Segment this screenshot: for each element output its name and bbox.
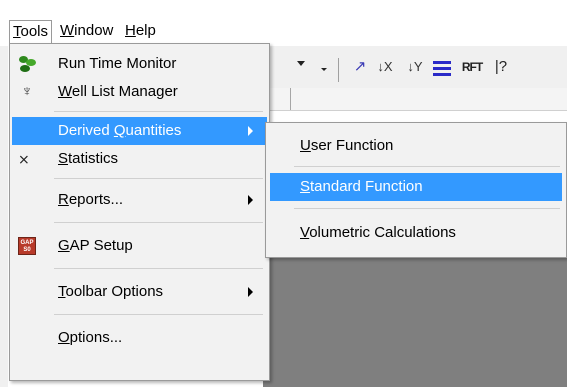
menu-item-run-time-monitor[interactable]: Run Time Monitor	[12, 50, 267, 78]
menu-item-standard-function[interactable]: Standard Function	[270, 173, 562, 201]
submenu-arrow-icon	[248, 287, 253, 297]
menu-item-options[interactable]: Options...	[12, 324, 267, 352]
panel-header	[263, 88, 567, 111]
menu-separator	[54, 111, 263, 112]
well-list-icon: ♆	[21, 83, 33, 100]
menu-tools[interactable]: Tools	[9, 20, 53, 44]
submenu-arrow-icon	[248, 195, 253, 205]
menu-window[interactable]: Window	[56, 20, 117, 44]
gap-icon: GAP S0	[18, 237, 36, 255]
menu-separator	[54, 314, 263, 315]
menu-help[interactable]: Help	[121, 20, 160, 44]
menu-item-gap-setup[interactable]: GAP S0 GAP Setup	[12, 232, 267, 260]
derived-quantities-submenu: User Function Standard Function Volumetr…	[265, 122, 567, 258]
small-dropdown-arrow-icon[interactable]	[321, 68, 327, 71]
chart-toolbar: ↗ ↓X ↓Y RFT |?	[263, 46, 567, 89]
add-x-axis-icon[interactable]: ↗	[348, 54, 372, 80]
toolbar-separator	[338, 58, 339, 82]
menu-item-user-function[interactable]: User Function	[270, 132, 562, 160]
menu-item-reports[interactable]: Reports...	[12, 186, 267, 214]
statistics-icon: ⨯	[18, 151, 30, 167]
menu-separator	[54, 222, 263, 223]
menu-separator	[294, 208, 560, 209]
menu-item-toolbar-options[interactable]: Toolbar Options	[12, 278, 267, 306]
run-time-monitor-icon	[18, 55, 36, 73]
menu-item-volumetric-calculations[interactable]: Volumetric Calculations	[270, 219, 562, 247]
rft-icon[interactable]: RFT	[459, 54, 485, 80]
app-screen: ↗ ↓X ↓Y RFT |? Tools Window Help Run Tim…	[0, 0, 567, 387]
menu-separator	[294, 166, 560, 167]
lines-icon[interactable]	[431, 58, 453, 84]
remove-x-icon[interactable]: ↓X	[373, 54, 397, 80]
tools-menu: Run Time Monitor ♆ Well List Manager Der…	[9, 43, 270, 381]
remove-y-icon[interactable]: ↓Y	[403, 54, 427, 80]
menu-bar: Tools Window Help	[0, 0, 567, 46]
submenu-arrow-icon	[248, 126, 253, 136]
menu-item-well-list-manager[interactable]: ♆ Well List Manager	[12, 78, 267, 106]
menu-item-derived-quantities[interactable]: Derived Quantities	[12, 117, 267, 145]
menu-item-statistics[interactable]: ⨯ Statistics	[12, 145, 267, 173]
help-cursor-icon[interactable]: |?	[491, 54, 511, 80]
dropdown-arrow-icon[interactable]	[297, 61, 305, 66]
panel-divider	[290, 88, 291, 110]
window-edge	[0, 46, 8, 387]
menu-separator	[54, 178, 263, 179]
menu-separator	[54, 268, 263, 269]
